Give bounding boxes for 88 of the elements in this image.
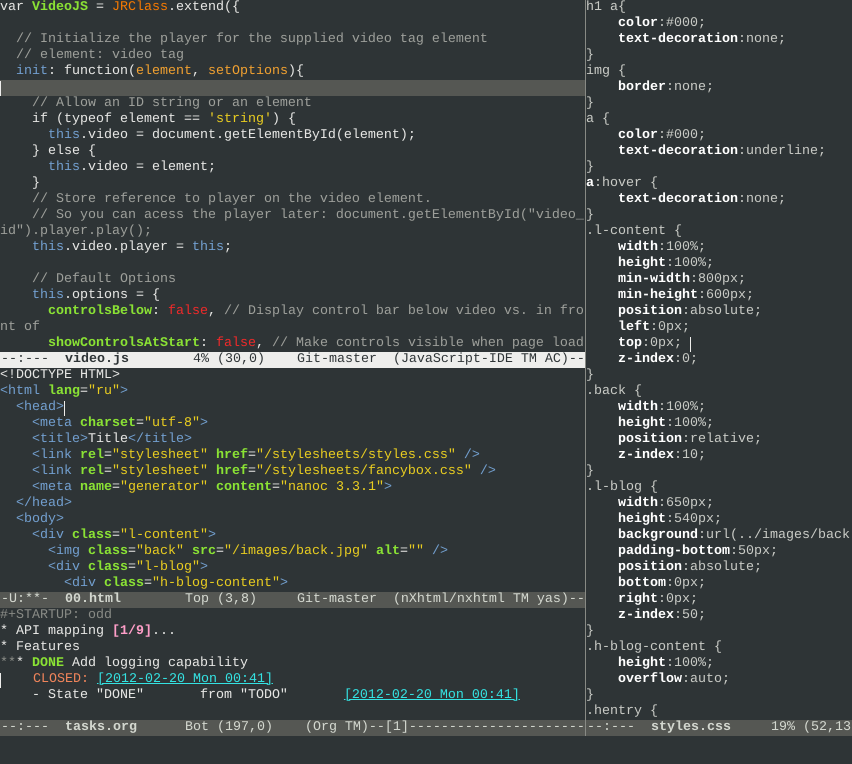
code-line: } xyxy=(586,688,594,704)
code-line: if (typeof element == 'string') { xyxy=(30,112,296,128)
code-line: width:100%; xyxy=(616,240,706,256)
code-line: padding-bottom:50px; xyxy=(616,544,778,560)
code-line: // Default Options xyxy=(30,272,176,288)
code-line: .h-blog-content { xyxy=(586,640,722,656)
code-line: overflow:auto; xyxy=(616,672,730,688)
code-line: this.video.player = this; xyxy=(30,240,232,256)
code-line: height:100%; xyxy=(616,656,714,672)
code-line: height:540px; xyxy=(616,512,722,528)
code-line: <body> xyxy=(14,512,64,528)
code-line: <meta name="generator" content="nanoc 3.3.1"> xyxy=(30,480,392,496)
code-line: showControlsAtStart: false, // Make controls visible when page load xyxy=(46,336,584,352)
code-line: <html lang="ru"> xyxy=(0,384,128,400)
code-line: - State "DONE" from "TODO" [2012-02-20 Mon 00:41] xyxy=(30,688,520,704)
code-line: top:0px; xyxy=(616,336,683,352)
code-line: // So you can acess the player later: document.getElementById("video_ xyxy=(30,208,584,224)
code-line: // Store reference to player on the video element. xyxy=(30,192,432,208)
code-line: } xyxy=(586,48,594,64)
code-line: this.video = document.getElementById(element); xyxy=(46,128,416,144)
code-line: position:absolute; xyxy=(616,304,762,320)
code-line: *** DONE Add logging capability xyxy=(0,656,248,672)
code-line: a { xyxy=(586,112,610,128)
code-line: .back { xyxy=(586,384,642,400)
code-line: nt of xyxy=(0,320,40,336)
code-line: } xyxy=(586,368,594,384)
code-line: color:#000; xyxy=(616,16,706,32)
code-line: z-index:50; xyxy=(616,608,706,624)
text-cursor xyxy=(690,336,691,352)
code-line: .l-blog { xyxy=(586,480,658,496)
code-line: h1 a{ xyxy=(586,0,626,16)
code-line: text-decoration:none; xyxy=(616,192,786,208)
code-line: text-decoration:none; xyxy=(616,32,786,48)
code-line: text-decoration:underline; xyxy=(616,144,826,160)
text-cursor xyxy=(0,672,1,688)
code-line: controlsBelow: false, // Display control bar below video vs. in fro xyxy=(46,304,584,320)
code-line: min-height:600px; xyxy=(616,288,754,304)
code-line: .l-content { xyxy=(586,224,682,240)
text-cursor xyxy=(0,80,1,96)
code-line: // Initialize the player for the supplied video tag element xyxy=(14,32,488,48)
code-line: z-index:0; xyxy=(616,352,698,368)
code-line: background:url(../images/back xyxy=(616,528,850,544)
code-line: <title>Title</title> xyxy=(30,432,192,448)
code-line: img { xyxy=(586,64,626,80)
code-line: <head> xyxy=(14,400,64,416)
code-line: CLOSED: [2012-02-20 Mon 00:41] xyxy=(32,672,273,688)
code-line: this.video = element; xyxy=(46,160,216,176)
code-line: } else { xyxy=(30,144,96,160)
code-line: color:#000; xyxy=(616,128,706,144)
text-cursor xyxy=(64,400,65,416)
code-line: <div class="h-blog-content"> xyxy=(62,576,288,592)
code-line: </head> xyxy=(14,496,72,512)
code-line: this.options = { xyxy=(30,288,160,304)
code-line: <img class="back" src="/images/back.jpg" alt="" /> xyxy=(46,544,448,560)
code-line: left:0px; xyxy=(616,320,690,336)
code-line: <!DOCTYPE HTML> xyxy=(0,368,120,384)
code-line: #+STARTUP: odd xyxy=(0,608,112,624)
code-line: bottom:0px; xyxy=(616,576,706,592)
code-line: min-width:800px; xyxy=(616,272,746,288)
code-line: height:100%; xyxy=(616,256,714,272)
code-line: position:absolute; xyxy=(616,560,762,576)
code-line: * Features xyxy=(0,640,80,656)
code-line: <meta charset="utf-8"> xyxy=(30,416,208,432)
code-line: <link rel="stylesheet" href="/stylesheets/styles.css" /> xyxy=(30,448,480,464)
code-line: } xyxy=(586,624,594,640)
code-line: var VideoJS = JRClass.extend({ xyxy=(0,0,240,16)
code-line: } xyxy=(586,160,594,176)
code-line: // element: video tag xyxy=(14,48,184,64)
code-line: init: function(element, setOptions){ xyxy=(14,64,304,80)
code-line: id").player.play(); xyxy=(0,224,152,240)
code-line: width:100%; xyxy=(616,400,706,416)
code-line: } xyxy=(30,176,40,192)
code-line: a:hover { xyxy=(586,176,658,192)
code-line: right:0px; xyxy=(616,592,698,608)
code-line: position:relative; xyxy=(616,432,762,448)
code-line: <link rel="stylesheet" href="/stylesheets/fancybox.css" /> xyxy=(30,464,496,480)
code-line: <div class="l-blog"> xyxy=(46,560,208,576)
code-line: * API mapping [1/9]... xyxy=(0,624,176,640)
code-line: .hentry { xyxy=(586,704,658,720)
code-line: } xyxy=(586,208,594,224)
code-line: } xyxy=(586,96,594,112)
code-line: border:none; xyxy=(616,80,714,96)
code-line: width:650px; xyxy=(616,496,714,512)
code-line: z-index:10; xyxy=(616,448,706,464)
code-line: height:100%; xyxy=(616,416,714,432)
code-line: // Allow an ID string or an element xyxy=(30,96,312,112)
code-line: } xyxy=(586,464,594,480)
code-line: <div class="l-content"> xyxy=(30,528,216,544)
